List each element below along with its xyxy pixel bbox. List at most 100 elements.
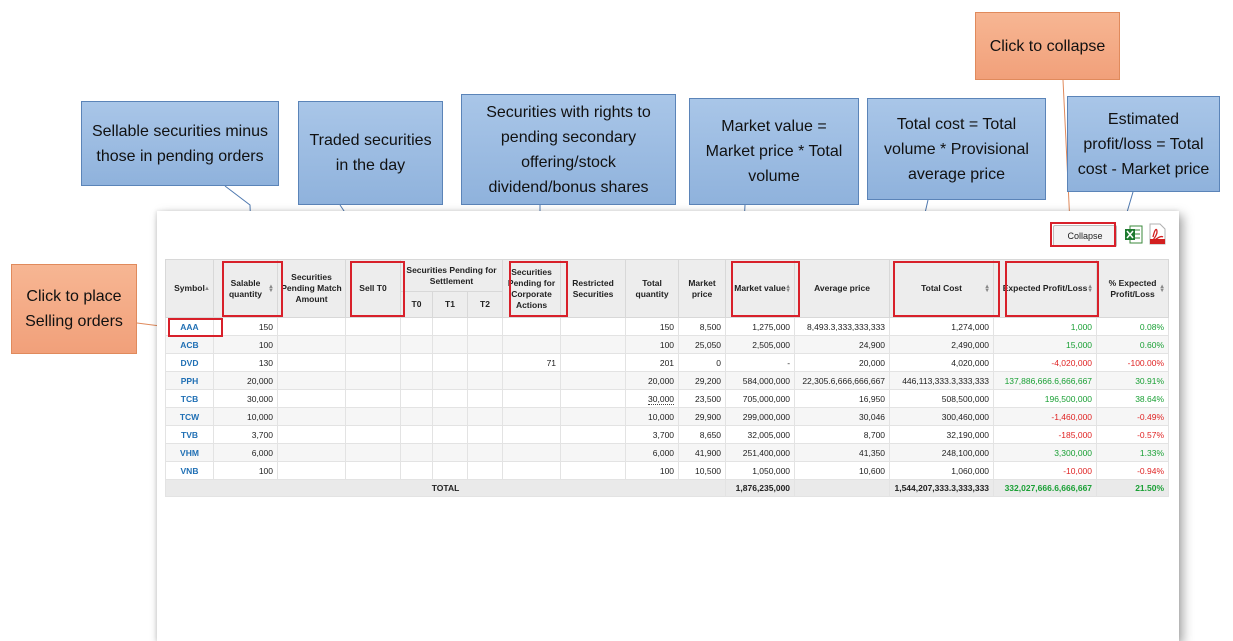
col-avg-price: Average price (794, 259, 891, 318)
cell-avg-price: 24,900 (794, 335, 891, 354)
cell-market-value: 2,505,000 (725, 335, 796, 354)
cell-salable: 20,000 (213, 371, 278, 390)
table-row: VHM 6,000 6,000 41,900 251,400,000 41,350 248,… (165, 443, 1170, 462)
cell-t0 (400, 335, 433, 354)
table-row: AAA 150 150 8,500 1,275,000 8,493.3,333,333,3… (165, 317, 1170, 336)
col-total-cost[interactable]: Total Cost ▲ ▼ (889, 259, 995, 318)
cell-pending-match (277, 425, 346, 444)
cell-total-qty: 3,700 (625, 425, 680, 444)
collapse-button[interactable]: Collapse (1053, 225, 1117, 247)
total-cost: 1,544,207,333.3,333,333 (889, 479, 995, 497)
total-expected-pl: 332,027,666.6,666,667 (993, 479, 1098, 497)
table-row: ACB 100 100 25,050 2,505,000 24,900 2,490,000 1… (165, 335, 1170, 354)
cell-market-value: 705,000,000 (725, 389, 796, 408)
cell-t2 (466, 425, 504, 444)
callout-estimated: Estimated profit/loss = Total cost - Mar… (1067, 96, 1220, 192)
table-row: TCW 10,000 10,000 29,900 299,000,000 30,046 30… (165, 407, 1170, 426)
cell-pct: 38.64% (1096, 389, 1170, 408)
total-row: TOTAL 1,876,235,000 1,544,207,333.3,333,33… (164, 479, 1170, 497)
cell-t2 (466, 335, 504, 354)
cell-expected-pl: 3,300,000 (993, 443, 1098, 462)
cell-sell-t0 (345, 389, 401, 408)
cell-market-price: 25,050 (678, 335, 727, 354)
table-row: PPH 20,000 20,000 29,200 584,000,000 22,305.6… (165, 371, 1170, 390)
cell-market-price: 0 (678, 353, 727, 372)
cell-salable: 130 (213, 353, 278, 372)
col-pct-expected[interactable]: % Expected Profit/Loss ▲ ▼ (1096, 259, 1170, 318)
col-symbol[interactable]: Symbol ▲ (165, 259, 214, 318)
total-pct: 21.50% (1096, 479, 1170, 497)
callout-total-cost: Total cost = Total volume * Provisional … (867, 98, 1046, 200)
col-corporate: Securities Pending for Corporate Actions (502, 259, 562, 318)
cell-t0 (400, 461, 433, 480)
col-t0: T0 (400, 291, 433, 318)
cell-total-cost: 1,274,000 (889, 317, 995, 336)
symbol-link[interactable]: TCW (165, 407, 214, 426)
cell-market-price: 23,500 (678, 389, 727, 408)
cell-t0 (400, 425, 433, 444)
sort-asc-icon: ▲ (204, 285, 210, 292)
col-expected-pl[interactable]: Expected Profit/Loss ▲ ▼ (993, 259, 1098, 318)
cell-avg-price: 8,493.3,333,333,333 (794, 317, 891, 336)
cell-total-cost: 2,490,000 (889, 335, 995, 354)
symbol-link[interactable]: TVB (165, 425, 214, 444)
cell-t1 (432, 461, 468, 480)
cell-total-qty: 201 (625, 353, 680, 372)
col-market-price: Market price (678, 259, 727, 318)
cell-salable: 6,000 (213, 443, 278, 462)
cell-corporate (502, 389, 562, 408)
cell-t0 (400, 389, 433, 408)
total-qty-value[interactable]: 30,000 (648, 393, 675, 405)
cell-pct: 0.60% (1096, 335, 1170, 354)
symbol-link[interactable]: PPH (165, 371, 214, 390)
cell-total-cost: 1,060,000 (889, 461, 995, 480)
cell-market-price: 10,500 (678, 461, 727, 480)
table-row: DVD 130 71 201 0-20,000 4,020,000 -4,020,000 -1… (165, 353, 1170, 372)
cell-pending-match (277, 407, 346, 426)
cell-corporate: 71 (502, 353, 562, 372)
cell-total-cost: 446,113,333.3,333,333 (889, 371, 995, 390)
cell-pending-match (277, 443, 346, 462)
cell-salable: 100 (213, 461, 278, 480)
cell-sell-t0 (345, 443, 401, 462)
symbol-link[interactable]: DVD (165, 353, 214, 372)
cell-avg-price: 8,700 (794, 425, 891, 444)
col-t2: T2 (466, 291, 504, 318)
pdf-export-icon[interactable] (1147, 223, 1167, 245)
symbol-link[interactable]: AAA (165, 317, 214, 336)
col-market-value[interactable]: Market value ▲ ▼ (725, 259, 796, 318)
cell-total-qty: 20,000 (625, 371, 680, 390)
cell-expected-pl: 137,886,666.6,666,667 (993, 371, 1098, 390)
cell-t2 (466, 389, 504, 408)
cell-salable: 10,000 (213, 407, 278, 426)
symbol-link[interactable]: TCB (165, 389, 214, 408)
cell-restricted (560, 371, 627, 390)
cell-expected-pl: -10,000 (993, 461, 1098, 480)
cell-sell-t0 (345, 371, 401, 390)
portfolio-rows: AAA 150 150 8,500 1,275,000 8,493.3,333,333,3… (164, 317, 1170, 497)
cell-pending-match (277, 353, 346, 372)
cell-market-value: - (725, 353, 796, 372)
symbol-link[interactable]: VNB (165, 461, 214, 480)
cell-market-price: 8,650 (678, 425, 727, 444)
symbol-link[interactable]: ACB (165, 335, 214, 354)
cell-expected-pl: -185,000 (993, 425, 1098, 444)
excel-export-icon[interactable] (1125, 225, 1143, 245)
symbol-link[interactable]: VHM (165, 443, 214, 462)
cell-t1 (432, 407, 468, 426)
cell-total-qty: 10,000 (625, 407, 680, 426)
cell-t1 (432, 389, 468, 408)
sort-icon: ▲ ▼ (1087, 283, 1094, 294)
cell-pct: 0.08% (1096, 317, 1170, 336)
sort-icon: ▲ ▼ (1159, 283, 1166, 294)
callout-traded: Traded securities in the day (298, 101, 443, 205)
col-salable[interactable]: Salable quantity ▲ ▼ (213, 259, 278, 318)
cell-sell-t0 (345, 335, 401, 354)
cell-pending-match (277, 317, 346, 336)
total-market-value: 1,876,235,000 (725, 479, 796, 497)
cell-corporate (502, 371, 562, 390)
cell-expected-pl: -1,460,000 (993, 407, 1098, 426)
col-pending-settlement: Securities Pending for Settlement (399, 259, 504, 292)
cell-restricted (560, 353, 627, 372)
cell-market-value: 584,000,000 (725, 371, 796, 390)
